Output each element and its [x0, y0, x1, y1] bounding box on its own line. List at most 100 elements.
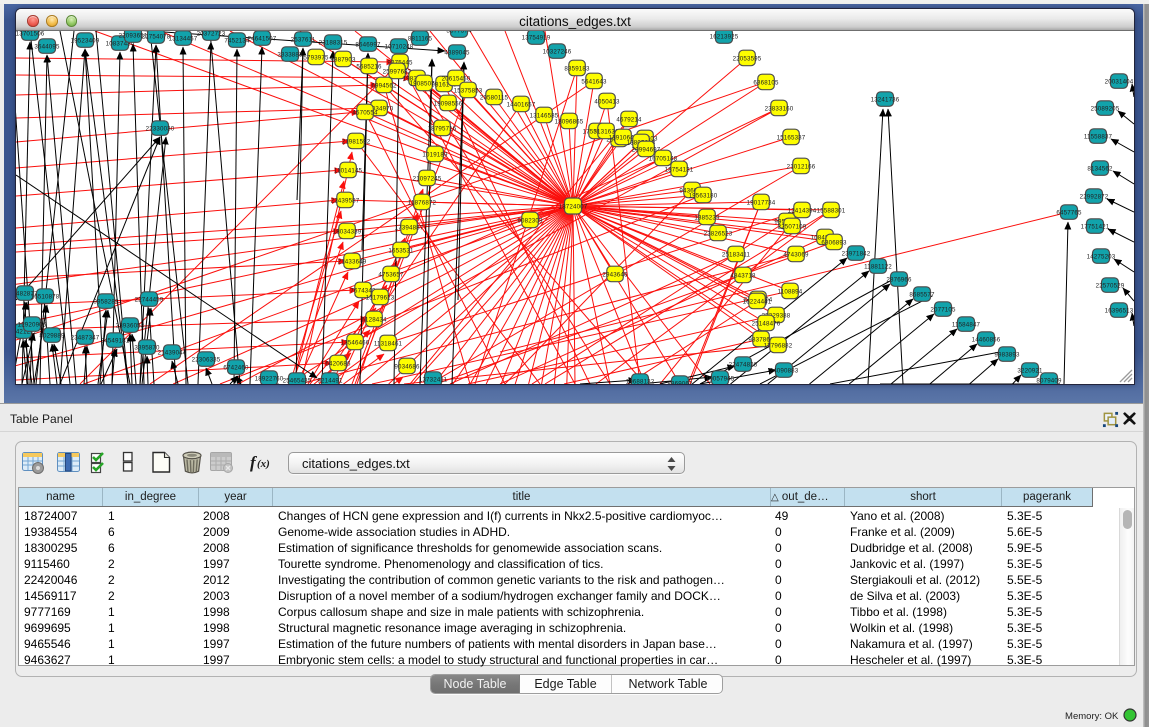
- svg-text:20372723: 20372723: [197, 31, 226, 38]
- svg-text:10710248: 10710248: [385, 44, 414, 51]
- svg-text:17796882: 17796882: [764, 343, 793, 350]
- svg-text:11558837: 11558837: [1084, 134, 1113, 141]
- svg-text:6457765: 6457765: [1056, 210, 1082, 217]
- svg-text:1653531: 1653531: [388, 248, 414, 255]
- svg-text:8811165: 8811165: [408, 36, 433, 43]
- svg-text:4389045: 4389045: [444, 50, 470, 57]
- svg-text:11881122: 11881122: [864, 264, 892, 271]
- svg-text:8029889: 8029889: [39, 333, 65, 340]
- svg-text:1385239: 1385239: [694, 215, 720, 222]
- svg-text:9082309: 9082309: [517, 218, 543, 225]
- svg-text:20580115: 20580115: [480, 95, 509, 102]
- svg-text:11876872: 11876872: [408, 200, 437, 207]
- svg-text:13732411: 13732411: [419, 377, 448, 384]
- svg-text:4843718: 4843718: [730, 273, 756, 280]
- svg-text:2876966: 2876966: [886, 277, 912, 284]
- svg-text:6994562: 6994562: [371, 83, 397, 90]
- svg-text:21981592: 21981592: [342, 139, 371, 146]
- svg-text:6742460: 6742460: [223, 365, 249, 372]
- svg-text:16396513: 16396513: [1105, 308, 1134, 315]
- svg-text:22507109: 22507109: [778, 224, 807, 231]
- svg-text:(x): (x): [257, 458, 270, 470]
- svg-text:20615450: 20615450: [442, 76, 471, 83]
- svg-text:19523409: 19523409: [71, 38, 100, 45]
- svg-text:5641643: 5641643: [581, 79, 607, 86]
- svg-text:15588301: 15588301: [817, 208, 846, 215]
- svg-text:16510878: 16510878: [31, 294, 60, 301]
- svg-text:18795716: 18795716: [428, 126, 457, 133]
- svg-text:9958289: 9958289: [93, 299, 119, 306]
- svg-text:19017734: 19017734: [747, 200, 776, 207]
- svg-text:18034339: 18034339: [333, 229, 362, 236]
- svg-text:13134457: 13134457: [169, 36, 198, 43]
- svg-text:22053595: 22053595: [733, 56, 762, 63]
- svg-text:23487347: 23487347: [71, 335, 100, 342]
- svg-text:21012166: 21012166: [787, 164, 816, 171]
- svg-text:22744459: 22744459: [135, 297, 164, 304]
- svg-text:12414394: 12414394: [788, 208, 817, 215]
- svg-text:11318461: 11318461: [374, 341, 403, 348]
- svg-text:8359183: 8359183: [564, 66, 590, 73]
- svg-text:25997682: 25997682: [383, 69, 412, 76]
- svg-text:13241736: 13241736: [871, 97, 900, 104]
- svg-text:18724007: 18724007: [559, 204, 588, 211]
- svg-text:19688132: 19688132: [626, 379, 655, 384]
- svg-text:22474828: 22474828: [729, 362, 758, 369]
- svg-text:1108894: 1108894: [778, 289, 803, 296]
- svg-text:3220921: 3220921: [1017, 368, 1043, 375]
- svg-text:6306893: 6306893: [821, 240, 847, 247]
- svg-text:18922760: 18922760: [255, 376, 284, 383]
- svg-text:8369062: 8369062: [667, 381, 693, 384]
- svg-text:4743069: 4743069: [783, 252, 809, 259]
- svg-text:16224441: 16224441: [743, 299, 772, 306]
- svg-text:10057945: 10057945: [706, 376, 735, 383]
- svg-text:9887903: 9887903: [330, 57, 356, 64]
- svg-text:8646997: 8646997: [355, 42, 381, 49]
- svg-text:8134562: 8134562: [1087, 166, 1113, 173]
- svg-text:23833160: 23833160: [765, 106, 794, 113]
- svg-text:2077105: 2077105: [930, 307, 956, 314]
- svg-text:25183411: 25183411: [722, 252, 751, 259]
- svg-text:4570554: 4570554: [352, 110, 378, 117]
- svg-text:21433649: 21433649: [338, 259, 367, 266]
- svg-text:9034686: 9034686: [394, 364, 420, 371]
- svg-text:1019189: 1019189: [422, 152, 448, 159]
- svg-text:21754078: 21754078: [142, 34, 171, 41]
- svg-text:3644095: 3644095: [34, 44, 60, 51]
- svg-text:13179613: 13179613: [366, 295, 395, 302]
- svg-text:10327246: 10327246: [543, 49, 572, 56]
- svg-text:9214491: 9214491: [317, 378, 343, 384]
- svg-text:24549181: 24549181: [101, 338, 130, 345]
- svg-text:9983893: 9983893: [994, 352, 1020, 359]
- svg-text:21097245: 21097245: [413, 176, 442, 183]
- svg-text:6368105: 6368105: [753, 80, 779, 87]
- svg-text:11584847: 11584847: [952, 322, 981, 329]
- svg-text:25465435: 25465435: [283, 378, 312, 384]
- svg-text:20031404: 20031404: [1105, 79, 1134, 86]
- svg-text:8685577: 8685577: [909, 292, 935, 299]
- svg-text:22439587: 22439587: [331, 198, 360, 205]
- svg-text:23971842: 23971842: [842, 251, 871, 258]
- svg-text:18096865: 18096865: [555, 119, 584, 126]
- svg-text:11014145: 11014145: [334, 168, 363, 175]
- svg-text:22992872: 22992872: [1080, 194, 1109, 201]
- svg-text:15165337: 15165337: [777, 135, 806, 142]
- svg-text:17751421: 17751421: [1081, 224, 1110, 231]
- svg-text:25148476: 25148476: [752, 321, 781, 328]
- svg-text:19098556: 19098556: [434, 101, 463, 108]
- svg-text:3333883: 3333883: [277, 52, 303, 59]
- svg-text:17394887: 17394887: [395, 225, 424, 232]
- svg-text:16213925: 16213925: [710, 34, 739, 41]
- svg-text:22330030: 22330030: [146, 126, 175, 133]
- svg-text:22306335: 22306335: [192, 357, 221, 364]
- svg-text:4753657: 4753657: [378, 272, 404, 279]
- svg-text:13754919: 13754919: [522, 35, 551, 42]
- svg-text:3395870: 3395870: [134, 345, 160, 352]
- svg-text:24641507: 24641507: [248, 36, 277, 43]
- svg-text:14275203: 14275203: [1087, 254, 1116, 261]
- svg-text:14460856: 14460856: [972, 337, 1001, 344]
- svg-text:4679214: 4679214: [616, 117, 642, 124]
- svg-text:23188315: 23188315: [319, 40, 348, 47]
- svg-text:19563180: 19563180: [689, 193, 718, 200]
- svg-text:15375853: 15375853: [454, 88, 483, 95]
